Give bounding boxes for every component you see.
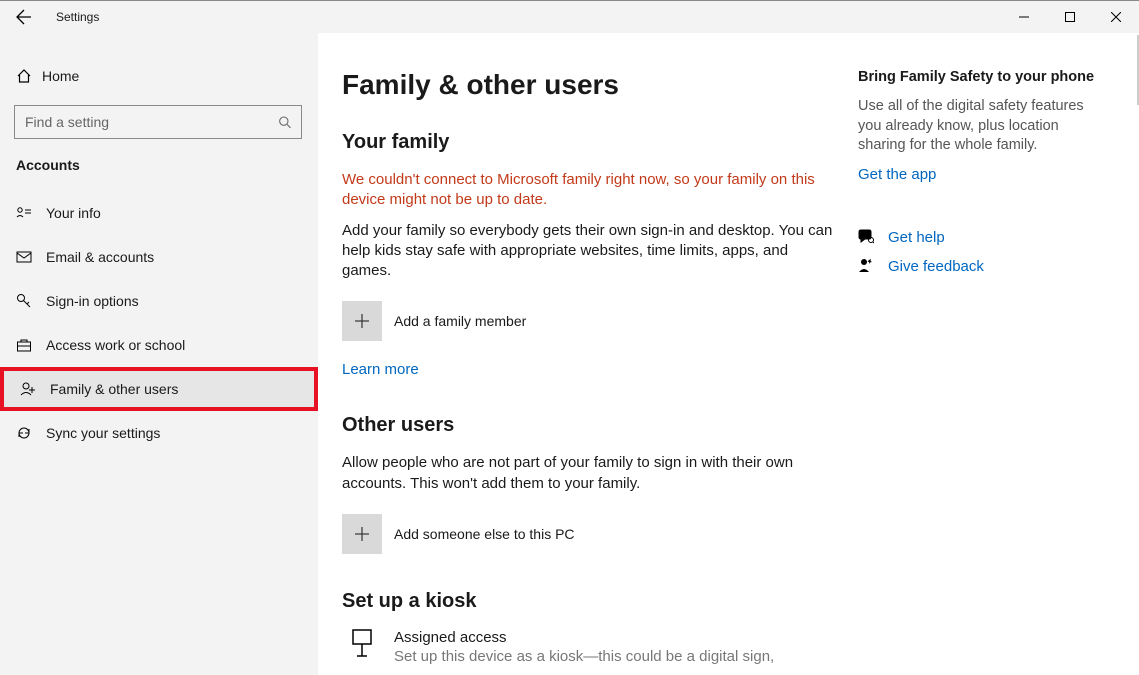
add-family-member-button[interactable]: Add a family member [342,301,834,341]
search-input[interactable] [25,114,278,130]
get-help-link: Get help [888,229,945,246]
promo-desc: Use all of the digital safety features y… [858,97,1096,156]
category-label: Accounts [0,149,318,191]
family-error: We couldn't connect to Microsoft family … [342,170,834,211]
sidebar: Home Accounts Your info Email & accounts… [0,33,318,675]
nav-access-work-school[interactable]: Access work or school [0,323,318,367]
mail-icon [16,249,32,265]
page-title: Family & other users [342,69,834,101]
close-icon [1111,12,1121,22]
your-family-title: Your family [342,131,834,154]
nav-family-other-users[interactable]: Family & other users [0,367,318,411]
minimize-button[interactable] [1001,1,1047,33]
close-button[interactable] [1093,1,1139,33]
get-app-link[interactable]: Get the app [858,166,936,183]
key-icon [16,293,32,309]
feedback-icon [858,258,874,274]
aside: Bring Family Safety to your phone Use al… [858,33,1120,675]
get-help-row[interactable]: Get help [858,229,1096,246]
give-feedback-link: Give feedback [888,258,984,275]
add-family-label: Add a family member [394,313,526,329]
other-users-title: Other users [342,414,834,437]
settings-window: Settings Home Accounts Your info [0,0,1139,675]
person-plus-icon [20,381,36,397]
search-icon [278,115,291,129]
assigned-access-label: Assigned access [394,629,774,646]
nav-label: Sign-in options [46,293,139,309]
back-button[interactable] [0,1,48,33]
nav-sync-settings[interactable]: Sync your settings [0,411,318,455]
assigned-access-button[interactable]: Assigned access Set up this device as a … [342,629,834,665]
nav-label: Email & accounts [46,249,154,265]
assigned-access-desc: Set up this device as a kiosk—this could… [394,648,774,665]
kiosk-section: Set up a kiosk Assigned access Set up th… [342,590,834,665]
content: Family & other users Your family We coul… [318,33,858,675]
plus-icon [354,313,370,329]
maximize-button[interactable] [1047,1,1093,33]
home-nav[interactable]: Home [0,55,318,97]
person-card-icon [16,205,32,221]
search-box[interactable] [14,105,302,139]
help-icon [858,229,874,245]
nav-label: Access work or school [46,337,185,353]
arrow-left-icon [16,9,32,25]
titlebar: Settings [0,1,1139,33]
other-users-desc: Allow people who are not part of your fa… [342,453,834,494]
home-label: Home [42,68,79,84]
home-icon [16,68,32,84]
briefcase-icon [16,337,32,353]
plus-icon [354,526,370,542]
main-area: Family & other users Your family We coul… [318,33,1139,675]
window-title: Settings [56,10,99,24]
maximize-icon [1065,12,1075,22]
nav-email-accounts[interactable]: Email & accounts [0,235,318,279]
nav-signin-options[interactable]: Sign-in options [0,279,318,323]
add-other-user-button[interactable]: Add someone else to this PC [342,514,834,554]
kiosk-icon [350,629,374,657]
nav-label: Family & other users [50,381,178,397]
promo-title: Bring Family Safety to your phone [858,69,1096,85]
minimize-icon [1019,12,1029,22]
add-other-label: Add someone else to this PC [394,526,575,542]
your-family-section: Your family We couldn't connect to Micro… [342,131,834,378]
give-feedback-row[interactable]: Give feedback [858,258,1096,275]
nav-your-info[interactable]: Your info [0,191,318,235]
learn-more-link[interactable]: Learn more [342,361,419,378]
nav-label: Sync your settings [46,425,160,441]
kiosk-title: Set up a kiosk [342,590,834,613]
other-users-section: Other users Allow people who are not par… [342,414,834,554]
family-desc: Add your family so everybody gets their … [342,221,834,282]
sync-icon [16,425,32,441]
nav-label: Your info [46,205,101,221]
